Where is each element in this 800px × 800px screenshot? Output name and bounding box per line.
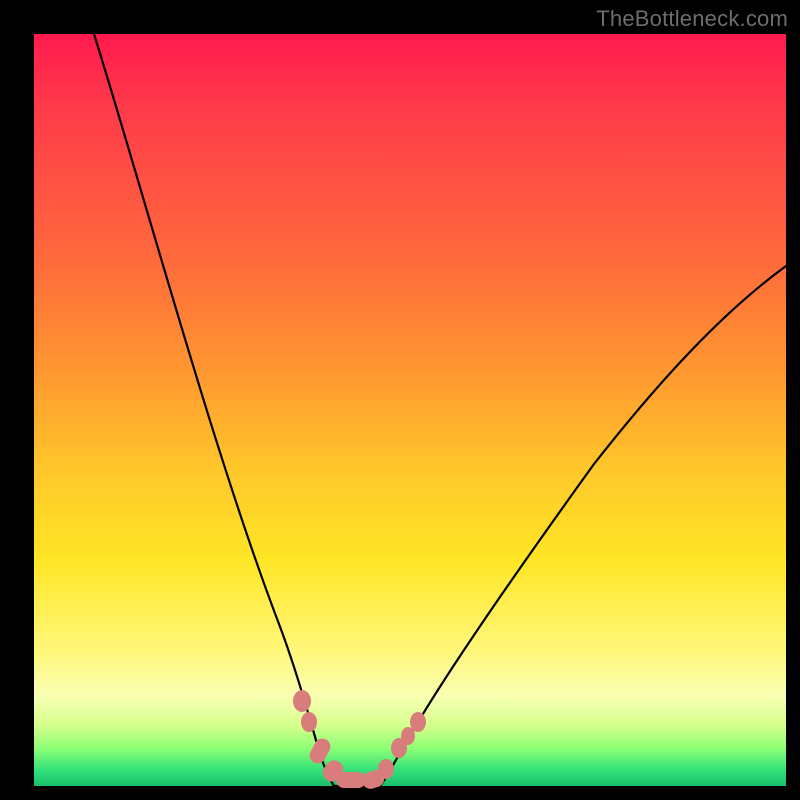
right-curve	[380, 266, 786, 786]
marker-dot	[293, 690, 311, 712]
chart-svg	[34, 34, 786, 786]
plot-area	[34, 34, 786, 786]
marker-dot	[301, 712, 317, 732]
watermark-text: TheBottleneck.com	[596, 6, 788, 32]
left-curve	[94, 34, 334, 786]
marker-dot	[410, 712, 426, 732]
marker-capsule	[336, 772, 366, 788]
marker-capsule	[307, 736, 333, 766]
marker-dot	[378, 759, 394, 779]
chart-frame: TheBottleneck.com	[0, 0, 800, 800]
